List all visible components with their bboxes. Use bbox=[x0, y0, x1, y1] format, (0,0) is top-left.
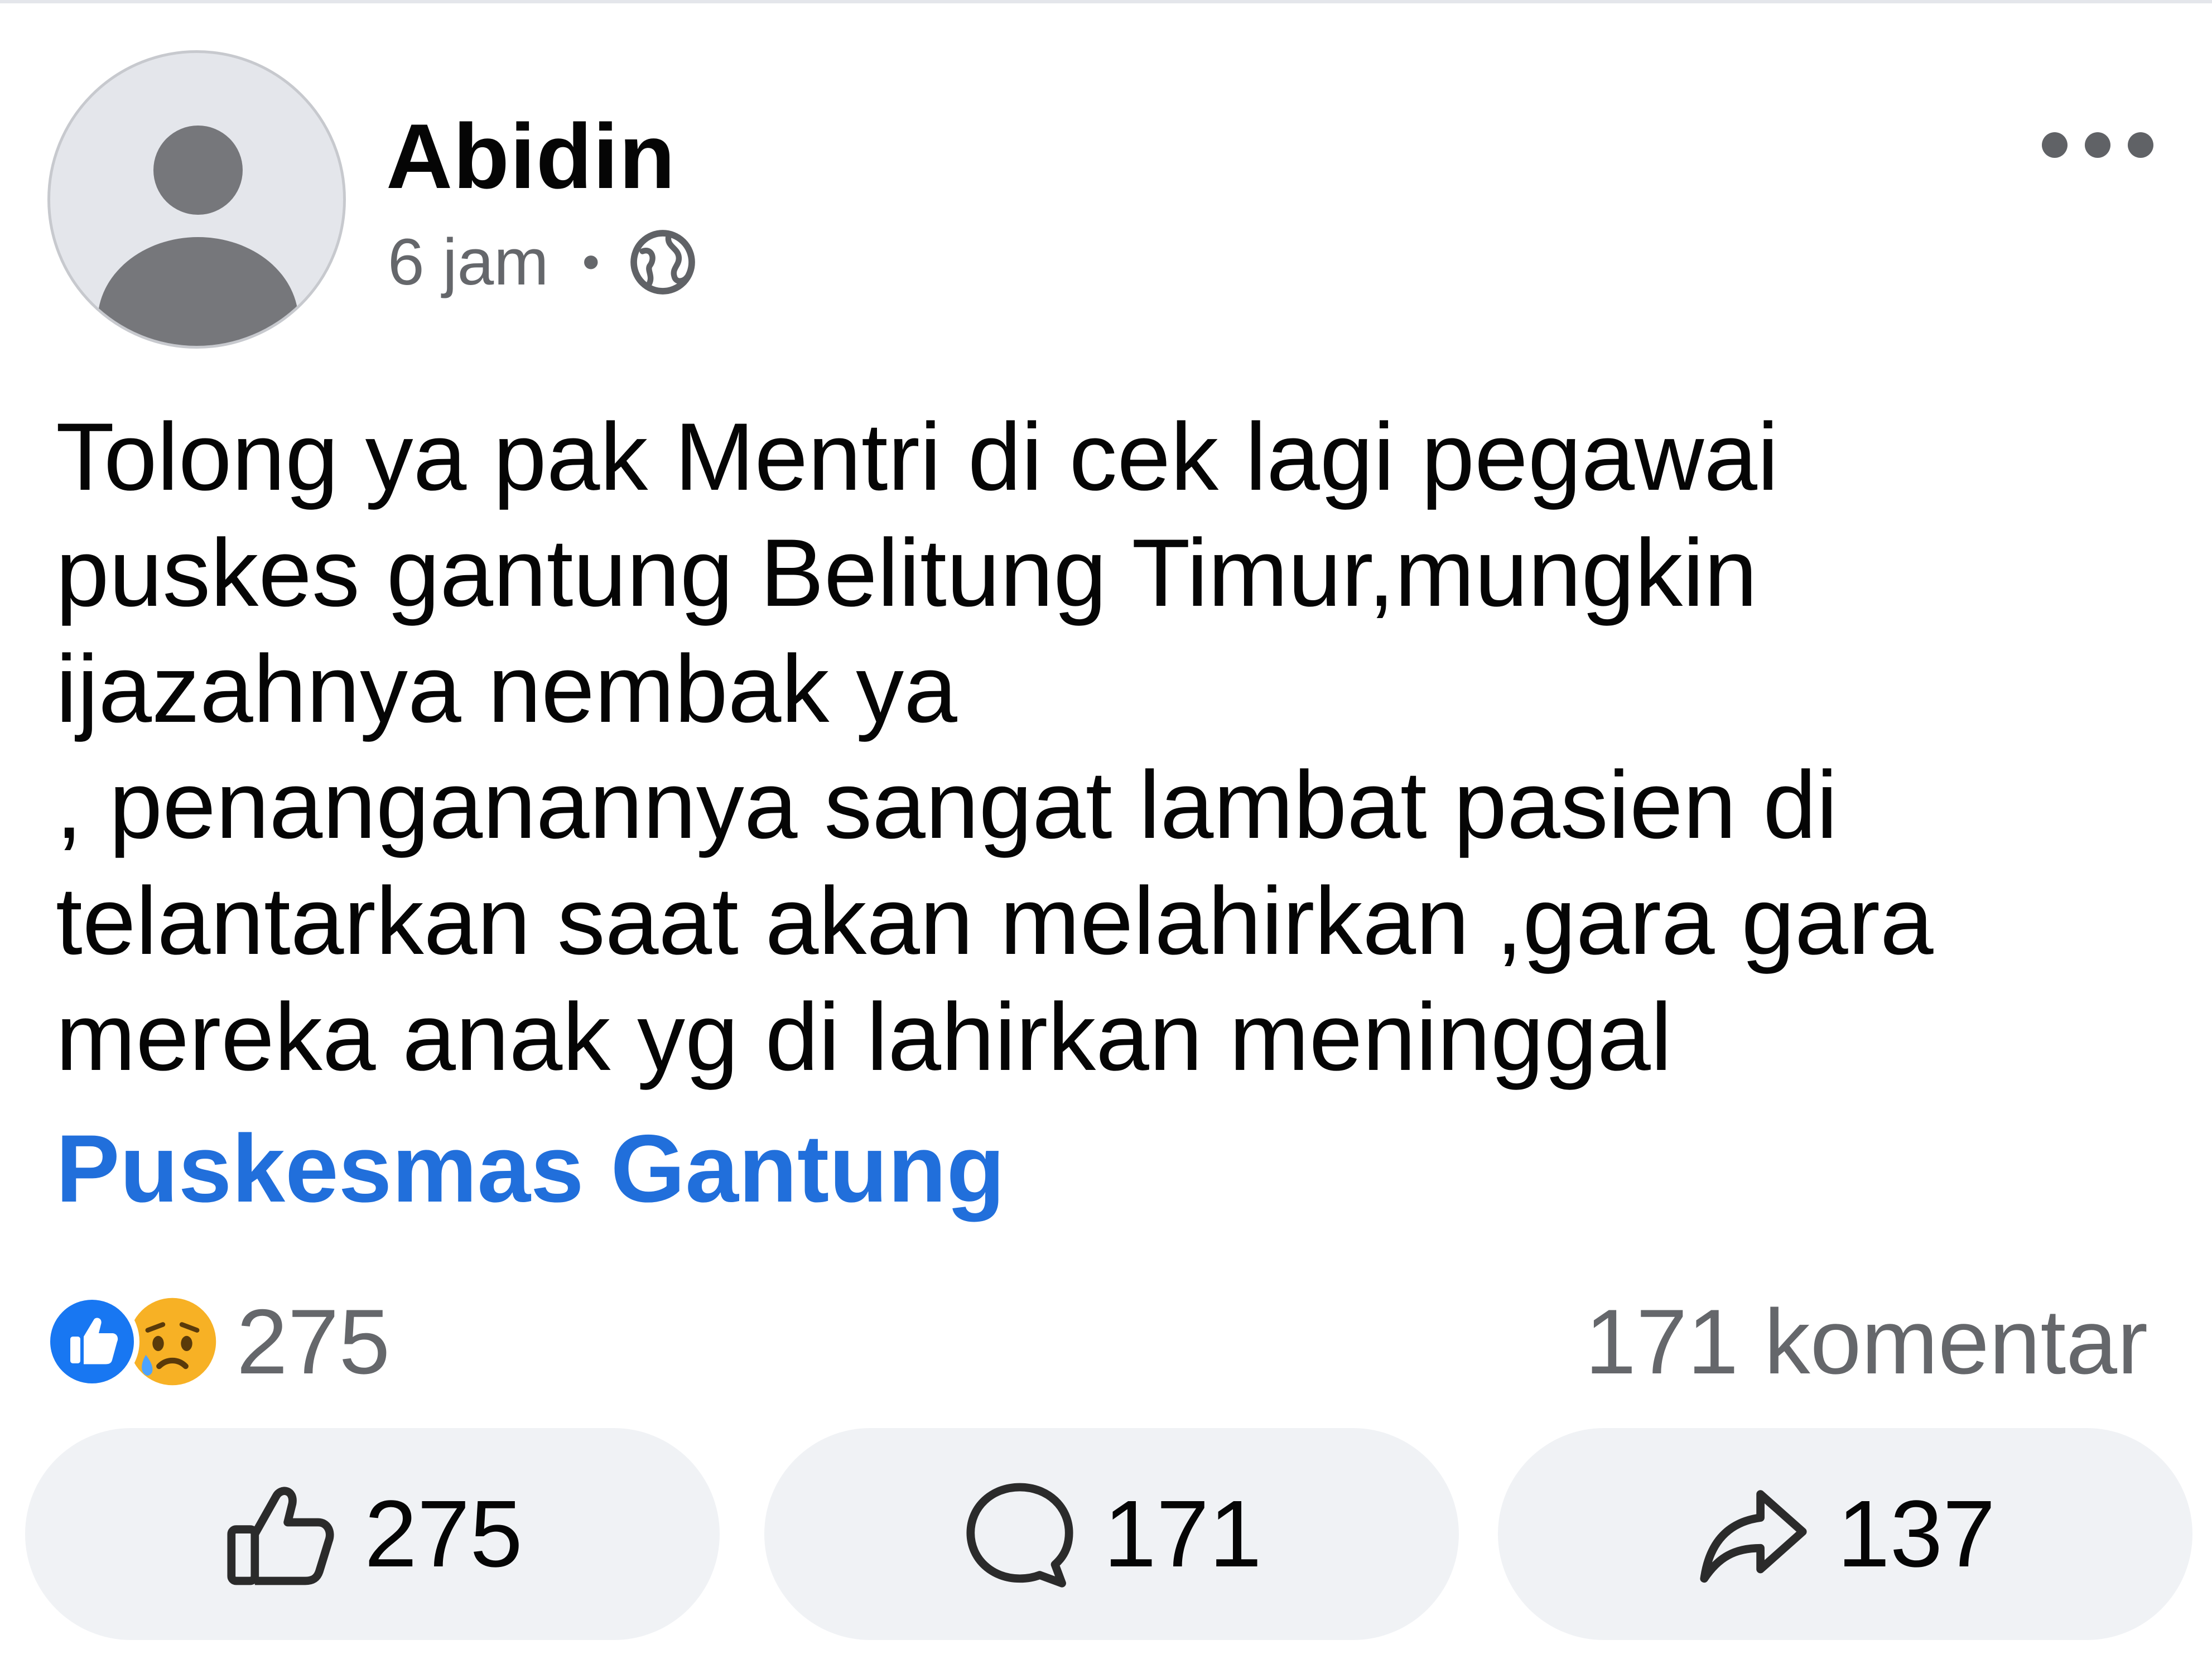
share-button[interactable]: 137 bbox=[1498, 1428, 2192, 1640]
like-count: 275 bbox=[364, 1481, 523, 1587]
post-body-text: Tolong ya pak Mentri di cek lagi pegawai… bbox=[56, 403, 1934, 1091]
share-arrow-icon bbox=[1700, 1490, 1807, 1583]
avatar-head-shape bbox=[153, 126, 243, 215]
comments-count-link[interactable]: 171 komentar bbox=[1585, 1289, 2148, 1395]
thumbs-up-icon bbox=[227, 1487, 334, 1585]
comment-button[interactable]: 171 bbox=[764, 1428, 1459, 1640]
like-button[interactable]: 275 bbox=[25, 1428, 720, 1640]
share-count: 137 bbox=[1837, 1481, 1996, 1587]
more-dot bbox=[2128, 132, 2153, 158]
action-bar: 275 171 137 bbox=[25, 1428, 2192, 1640]
post-meta: 6 jam • bbox=[388, 220, 699, 304]
post-time[interactable]: 6 jam bbox=[388, 224, 549, 300]
top-divider bbox=[0, 0, 2212, 3]
reactions-summary[interactable]: 275 bbox=[45, 1289, 390, 1395]
avatar-body-shape bbox=[98, 237, 298, 346]
more-options-icon[interactable] bbox=[2042, 126, 2153, 165]
like-reaction-icon bbox=[45, 1294, 139, 1389]
tagged-place-link[interactable]: Puskesmas Gantung bbox=[56, 1107, 1005, 1230]
meta-separator: • bbox=[582, 234, 600, 290]
comment-bubble-icon bbox=[966, 1483, 1073, 1588]
reaction-count: 275 bbox=[237, 1290, 391, 1393]
globe-icon[interactable] bbox=[627, 226, 699, 298]
avatar[interactable] bbox=[47, 50, 346, 349]
comment-count: 171 bbox=[1103, 1481, 1262, 1587]
more-dot bbox=[2042, 132, 2068, 158]
author-name[interactable]: Abidin bbox=[386, 100, 676, 212]
more-dot bbox=[2085, 132, 2110, 158]
